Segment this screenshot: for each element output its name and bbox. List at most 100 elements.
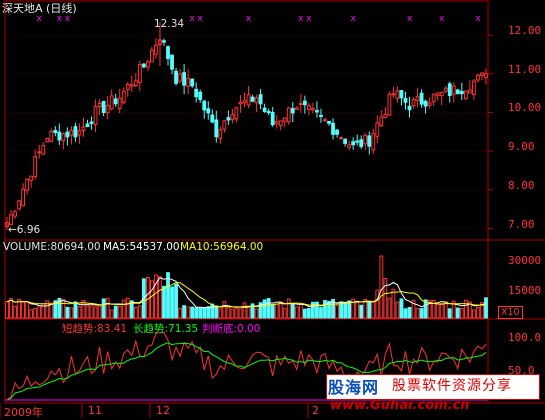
volume-bar bbox=[282, 307, 287, 319]
candle-body bbox=[423, 100, 428, 107]
volume-bar bbox=[202, 307, 207, 319]
stock-title: 深天地A (日线) bbox=[2, 2, 77, 15]
candle-body bbox=[73, 126, 78, 138]
candle-body bbox=[230, 114, 235, 121]
volume-bar bbox=[121, 299, 126, 319]
candle-body bbox=[198, 91, 203, 100]
candle-body bbox=[53, 129, 58, 134]
volume-bar bbox=[407, 306, 412, 319]
candle-body bbox=[206, 108, 211, 114]
candle-body bbox=[443, 87, 448, 92]
indicator-lines bbox=[5, 331, 488, 401]
volume-bar bbox=[109, 309, 114, 319]
candle-body bbox=[121, 90, 126, 104]
volume-bar bbox=[133, 306, 138, 319]
candle-body bbox=[343, 138, 348, 144]
candle-body bbox=[25, 178, 30, 191]
volume-bar bbox=[69, 307, 74, 319]
candle-body bbox=[49, 130, 54, 143]
volume-bar bbox=[399, 298, 404, 319]
candle-body bbox=[61, 133, 66, 142]
volume-bar bbox=[194, 307, 199, 319]
volume-bar bbox=[85, 305, 90, 319]
volume-bar bbox=[13, 305, 17, 319]
candle-body bbox=[222, 120, 227, 130]
candle-body bbox=[476, 74, 480, 81]
indicator-tick: 50.0 bbox=[508, 364, 535, 377]
candle-body bbox=[145, 61, 150, 68]
signal-marker: x bbox=[306, 14, 312, 24]
volume-ma10-label: MA10:56964.00 bbox=[180, 241, 264, 253]
volume-bar bbox=[210, 303, 215, 319]
volume-bar bbox=[278, 301, 283, 319]
candle-body bbox=[455, 89, 460, 95]
volume-bar bbox=[419, 308, 424, 319]
candle-body bbox=[226, 117, 231, 121]
volume-bar bbox=[415, 307, 420, 319]
candle-body bbox=[65, 131, 70, 138]
candlestick-series bbox=[5, 22, 488, 230]
volume-bar bbox=[198, 307, 203, 319]
candle-body bbox=[403, 97, 408, 103]
candle-body bbox=[154, 44, 158, 55]
candle-body bbox=[294, 107, 299, 110]
candle-body bbox=[29, 175, 34, 181]
candle-body bbox=[484, 73, 488, 79]
candle-body bbox=[133, 80, 138, 87]
candle-body bbox=[472, 80, 476, 96]
candle-body bbox=[190, 78, 195, 87]
candle-body bbox=[137, 64, 142, 83]
candle-body bbox=[383, 113, 388, 119]
candle-body bbox=[371, 133, 376, 151]
volume-bar bbox=[379, 255, 384, 319]
candle-body bbox=[290, 108, 295, 114]
indicator-tick: 100.0 bbox=[508, 331, 542, 344]
candle-body bbox=[298, 103, 303, 106]
volume-bar bbox=[459, 307, 464, 319]
price-tick: 7.00 bbox=[508, 218, 535, 231]
candle-body bbox=[419, 92, 424, 105]
chart-canvas[interactable]: xxxxxxxxxxxx bbox=[0, 0, 545, 420]
volume-bar bbox=[9, 298, 13, 319]
volume-bar bbox=[73, 301, 78, 319]
price-tick: 10.00 bbox=[508, 101, 542, 114]
candle-body bbox=[81, 126, 86, 132]
candle-body bbox=[214, 119, 219, 138]
volume-bar bbox=[403, 308, 408, 319]
volume-bar bbox=[206, 306, 211, 319]
volume-bar bbox=[335, 305, 339, 319]
candle-body bbox=[415, 96, 420, 102]
volume-bar bbox=[387, 297, 392, 319]
volume-bar bbox=[254, 308, 259, 319]
volume-bar bbox=[472, 309, 476, 319]
volume-ma5-label: MA5:54537.00 bbox=[103, 241, 180, 253]
candle-body bbox=[141, 63, 146, 68]
candle-body bbox=[101, 100, 106, 113]
candle-body bbox=[41, 145, 46, 155]
candle-body bbox=[170, 54, 174, 70]
candle-body bbox=[21, 188, 26, 207]
candle-body bbox=[311, 108, 315, 111]
candle-body bbox=[242, 100, 247, 104]
candle-body bbox=[407, 105, 412, 111]
volume-bar bbox=[359, 304, 364, 319]
candle-body bbox=[270, 112, 275, 126]
candle-body bbox=[274, 121, 279, 125]
volume-bar bbox=[391, 288, 396, 319]
volume-label: VOLUME:80694.00 bbox=[3, 241, 101, 253]
candle-body bbox=[150, 49, 154, 63]
candle-body bbox=[178, 73, 182, 82]
volume-bar bbox=[439, 303, 444, 319]
x-axis-label: 12 bbox=[156, 404, 170, 417]
candle-body bbox=[266, 111, 271, 114]
volume-bar bbox=[383, 277, 388, 319]
volume-bar bbox=[455, 307, 460, 319]
candle-body bbox=[246, 94, 251, 106]
volume-bar bbox=[145, 276, 150, 319]
chart-frame bbox=[4, 0, 489, 404]
volume-bar bbox=[93, 306, 98, 319]
candle-body bbox=[105, 105, 110, 114]
candle-body bbox=[459, 90, 464, 95]
volume-bar bbox=[347, 300, 352, 319]
volume-bar bbox=[270, 304, 275, 319]
